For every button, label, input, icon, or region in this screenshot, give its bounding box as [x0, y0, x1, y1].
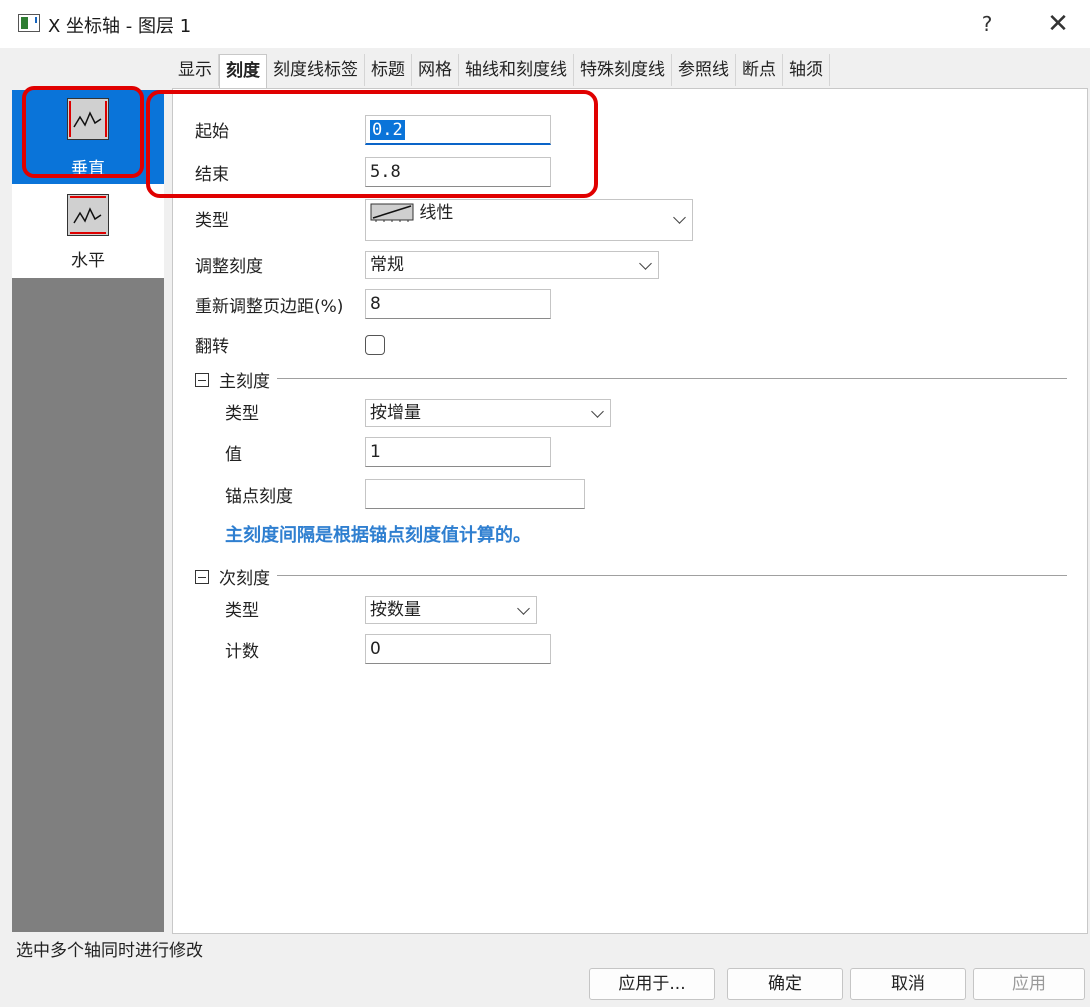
rescale-combo-value: 常规: [370, 255, 404, 275]
collapse-minor-icon[interactable]: [195, 570, 209, 584]
minor-ticks-header: 次刻度: [219, 569, 270, 589]
tab-display[interactable]: 显示: [172, 54, 219, 86]
tab-bar: 显示 刻度 刻度线标签 标题 网格 轴线和刻度线 特殊刻度线 参照线 断点 轴须: [172, 54, 830, 88]
margin-input[interactable]: 8: [365, 289, 551, 319]
app-icon: [18, 14, 40, 32]
tab-rug[interactable]: 轴须: [783, 54, 830, 86]
linear-scale-icon: [370, 196, 414, 230]
major-ticks-header: 主刻度: [219, 372, 270, 392]
window-title: X 坐标轴 - 图层 1: [48, 16, 192, 37]
major-type-combo-value: 按增量: [370, 403, 421, 423]
minor-divider: [277, 575, 1067, 576]
type-label: 类型: [195, 211, 229, 231]
rescale-label: 调整刻度: [195, 257, 263, 277]
flip-label: 翻转: [195, 337, 229, 357]
minor-type-label: 类型: [225, 601, 259, 621]
minor-type-combo-value: 按数量: [370, 600, 421, 620]
major-value-input[interactable]: 1: [365, 437, 551, 467]
minor-count-label: 计数: [225, 642, 259, 662]
status-text: 选中多个轴同时进行修改: [16, 941, 203, 961]
major-type-combo[interactable]: 按增量: [365, 399, 611, 427]
cancel-button[interactable]: 取消: [850, 968, 966, 1000]
highlight-ring-start-end: [146, 90, 598, 198]
anchor-label: 锚点刻度: [225, 487, 293, 507]
tab-special-ticks[interactable]: 特殊刻度线: [574, 54, 672, 86]
horizontal-axis-icon: [67, 194, 109, 236]
tab-title[interactable]: 标题: [365, 54, 412, 86]
close-button[interactable]: ✕: [1040, 8, 1076, 40]
chevron-down-icon: [517, 602, 530, 615]
major-value-label: 值: [225, 445, 242, 465]
tab-grid[interactable]: 网格: [412, 54, 459, 86]
help-button[interactable]: ?: [972, 10, 1002, 38]
major-type-label: 类型: [225, 404, 259, 424]
type-combo-value: 线性: [419, 203, 454, 223]
ok-button[interactable]: 确定: [727, 968, 843, 1000]
minor-count-input[interactable]: 0: [365, 634, 551, 664]
apply-to-button[interactable]: 应用于...: [589, 968, 715, 1000]
flip-checkbox[interactable]: [365, 335, 385, 355]
type-combo[interactable]: 线性: [365, 199, 693, 241]
apply-button[interactable]: 应用: [973, 968, 1085, 1000]
chevron-down-icon: [639, 257, 652, 270]
major-divider: [277, 378, 1067, 379]
scale-panel: 起始 0.2 结束 5.8 类型 线性 调整刻度 常规 重新调整页边距(%) 8…: [172, 88, 1088, 934]
margin-label: 重新调整页边距(%): [195, 297, 344, 317]
minor-type-combo[interactable]: 按数量: [365, 596, 537, 624]
axis-item-horizontal-label: 水平: [71, 251, 105, 271]
highlight-ring-vertical: [22, 86, 144, 178]
tab-reference-lines[interactable]: 参照线: [672, 54, 736, 86]
chevron-down-icon: [673, 211, 686, 224]
collapse-major-icon[interactable]: [195, 373, 209, 387]
axis-item-horizontal[interactable]: 水平: [12, 184, 164, 278]
tab-breaks[interactable]: 断点: [736, 54, 783, 86]
tab-scale[interactable]: 刻度: [219, 54, 267, 88]
tab-tick-labels[interactable]: 刻度线标签: [267, 54, 365, 86]
rescale-combo[interactable]: 常规: [365, 251, 659, 279]
tab-line-and-ticks[interactable]: 轴线和刻度线: [459, 54, 574, 86]
chevron-down-icon: [591, 405, 604, 418]
anchor-input[interactable]: [365, 479, 585, 509]
major-interval-hint: 主刻度间隔是根据锚点刻度值计算的。: [225, 525, 531, 546]
